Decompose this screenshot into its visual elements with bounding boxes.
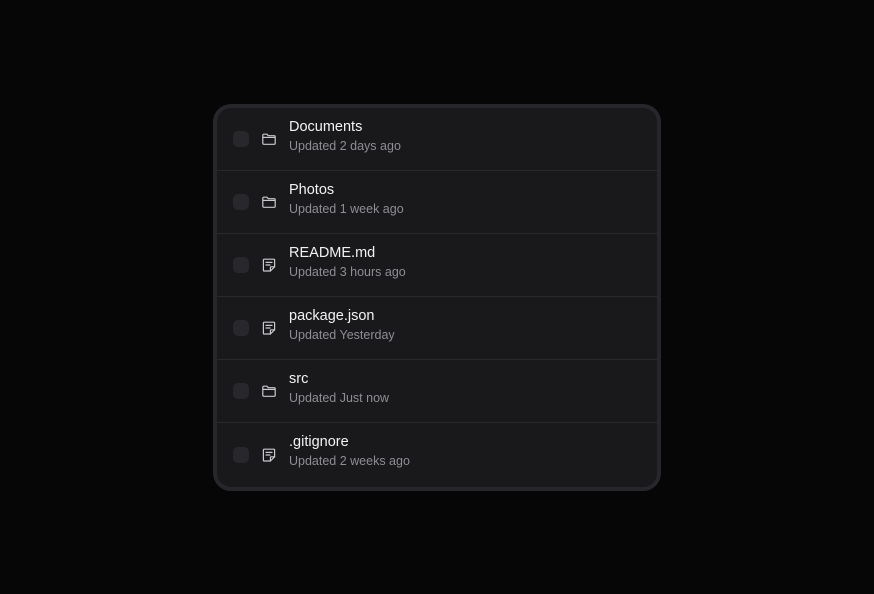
item-updated: Updated Yesterday <box>289 328 395 342</box>
file-icon <box>261 320 277 336</box>
row-checkbox[interactable] <box>233 320 249 336</box>
item-text: Documents Updated 2 days ago <box>289 118 401 154</box>
item-name: Photos <box>289 182 335 198</box>
list-item[interactable]: .gitignore Updated 2 weeks ago <box>217 423 657 487</box>
file-icon <box>261 447 277 463</box>
list-item[interactable]: Documents Updated 2 days ago <box>217 108 657 171</box>
row-checkbox[interactable] <box>233 131 249 147</box>
row-checkbox[interactable] <box>233 194 249 210</box>
folder-icon <box>261 131 277 147</box>
item-updated: Updated 3 hours ago <box>289 265 406 279</box>
row-checkbox[interactable] <box>233 447 249 463</box>
item-name: .gitignore <box>289 434 349 450</box>
item-text: src Updated Just now <box>289 370 389 406</box>
list-item[interactable]: README.md Updated 3 hours ago <box>217 234 657 297</box>
item-text: Photos Updated 1 week ago <box>289 181 404 217</box>
item-text: README.md Updated 3 hours ago <box>289 244 406 280</box>
item-updated: Updated 1 week ago <box>289 202 404 216</box>
item-text: package.json Updated Yesterday <box>289 307 395 343</box>
folder-icon <box>261 383 277 399</box>
list-item[interactable]: Photos Updated 1 week ago <box>217 171 657 234</box>
item-updated: Updated 2 weeks ago <box>289 454 410 468</box>
item-updated: Updated 2 days ago <box>289 139 401 153</box>
row-checkbox[interactable] <box>233 257 249 273</box>
item-text: .gitignore Updated 2 weeks ago <box>289 433 410 469</box>
list-item[interactable]: src Updated Just now <box>217 360 657 423</box>
list-item[interactable]: package.json Updated Yesterday <box>217 297 657 360</box>
item-name: README.md <box>289 245 376 261</box>
item-name: package.json <box>289 308 375 324</box>
folder-icon <box>261 194 277 210</box>
item-updated: Updated Just now <box>289 391 390 405</box>
item-name: src <box>289 371 309 387</box>
item-name: Documents <box>289 119 363 135</box>
file-icon <box>261 257 277 273</box>
file-list-panel: Documents Updated 2 days ago Photos Upda… <box>213 104 661 491</box>
row-checkbox[interactable] <box>233 383 249 399</box>
